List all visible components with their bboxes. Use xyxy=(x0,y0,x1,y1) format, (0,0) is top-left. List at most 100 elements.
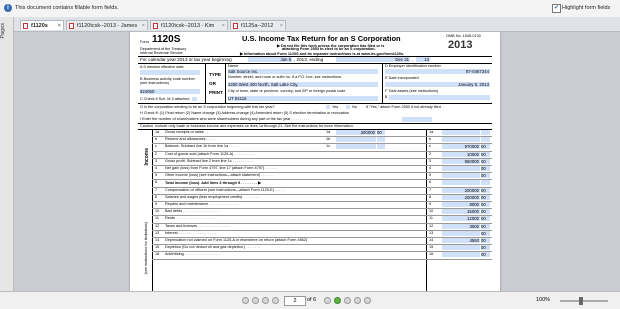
city-label: City or town, state or province, country… xyxy=(228,89,345,93)
sub-amount-field[interactable] xyxy=(336,144,376,149)
line-cents-field[interactable]: 00 xyxy=(481,173,490,178)
line-cents-field[interactable]: 00 xyxy=(481,159,490,164)
line-cents-field[interactable]: 00 xyxy=(481,238,490,243)
total-assets-field[interactable] xyxy=(389,95,490,100)
line-cents-field[interactable]: 00 xyxy=(481,224,490,229)
street-address-field[interactable]: 4200 West 400 North, Salt Lake City, xyxy=(228,82,378,87)
city-state-zip-field[interactable]: UT 84116 xyxy=(228,96,378,101)
ein-field[interactable]: 87-0467344 xyxy=(385,69,490,74)
business-code-field[interactable]: 624050 xyxy=(140,89,200,94)
line-amount-field[interactable] xyxy=(442,245,480,250)
g-no-checkbox[interactable] xyxy=(346,105,350,109)
close-icon[interactable]: × xyxy=(222,21,225,31)
line-amount-field[interactable] xyxy=(442,252,480,257)
corporation-name-field[interactable]: Salt Source Inc. xyxy=(228,69,378,74)
line-cents-field[interactable] xyxy=(481,137,490,142)
tab-f1120tcsk-james[interactable]: f1120tcsk--2013 - James × xyxy=(66,20,148,30)
s-election-date-field[interactable] xyxy=(140,70,200,75)
line-cents-field[interactable]: 00 xyxy=(481,252,490,257)
line-cents-field[interactable]: 00 xyxy=(481,202,490,207)
line-box-number: 16 xyxy=(429,252,433,256)
close-icon[interactable]: × xyxy=(142,21,145,31)
fit-page-button[interactable] xyxy=(364,297,371,304)
line-cents-field[interactable]: 00 xyxy=(481,144,490,149)
line-amount-field[interactable]: 960000 xyxy=(442,159,480,164)
sub-line-number: 1c xyxy=(326,144,330,148)
line-amount-field[interactable] xyxy=(442,137,480,142)
line-amount-field[interactable] xyxy=(442,130,480,135)
date-incorporated-field[interactable]: January 5, 2013 xyxy=(385,82,490,87)
line-cents-field[interactable]: 00 xyxy=(481,166,490,171)
question-h: H Check if: (1) Final return (2) Name ch… xyxy=(140,111,349,115)
line-amount-field[interactable] xyxy=(442,173,480,178)
tab-f1125a[interactable]: f1125a--2012 × xyxy=(230,20,286,30)
line-cents-field[interactable] xyxy=(481,180,490,185)
shareholders-count-field[interactable] xyxy=(402,117,432,122)
line-description: Depletion (Do not deduct oil and gas dep… xyxy=(165,245,260,249)
tax-year-ending-label: , 2013, ending xyxy=(294,57,323,62)
line-amount-field[interactable]: 200000 xyxy=(442,188,480,193)
prev-view-button[interactable] xyxy=(262,297,269,304)
line-amount-field[interactable]: 4560 xyxy=(442,238,480,243)
tax-year-end-field[interactable]: Dec 31 xyxy=(336,57,410,62)
line-box-number: 3 xyxy=(429,159,431,163)
line-amount-field[interactable] xyxy=(442,180,480,185)
next-page-button[interactable] xyxy=(344,297,351,304)
line-number: 4 xyxy=(155,166,157,170)
line-number: 9 xyxy=(155,202,157,206)
tax-year-begin-field[interactable]: Jan 5 xyxy=(248,57,292,62)
last-page-button[interactable] xyxy=(354,297,361,304)
highlight-fields-checkbox[interactable]: ✔ xyxy=(552,4,561,13)
sub-cents-field[interactable] xyxy=(377,144,385,149)
play-button[interactable] xyxy=(334,297,341,304)
line-cents-field[interactable]: 00 xyxy=(481,188,490,193)
line-cents-field[interactable]: 00 xyxy=(481,245,490,250)
line-amount-field[interactable] xyxy=(442,231,480,236)
back-button[interactable] xyxy=(272,297,279,304)
sch-m3-checkbox[interactable] xyxy=(192,97,197,101)
line-amount-field[interactable]: 12000 xyxy=(442,216,480,221)
line-amount-field[interactable]: 15000 xyxy=(442,209,480,214)
sub-cents-field[interactable] xyxy=(377,137,385,142)
total-assets-dollar: $ xyxy=(385,95,387,99)
sub-amount-field[interactable] xyxy=(336,137,376,142)
zoom-slider[interactable] xyxy=(560,300,608,302)
line-amount-field[interactable]: 8000 xyxy=(442,202,480,207)
line-cents-field[interactable]: 00 xyxy=(481,216,490,221)
close-icon[interactable]: × xyxy=(58,21,61,31)
line-cents-field[interactable]: 00 xyxy=(481,152,490,157)
line-number: 1a xyxy=(155,130,159,134)
forward-button[interactable] xyxy=(324,297,331,304)
line-cents-field[interactable]: 00 xyxy=(481,231,490,236)
tab-f1120s[interactable]: f1120s × xyxy=(20,20,64,30)
sub-amount-field[interactable]: 300000 xyxy=(336,130,376,135)
line-amount-field[interactable]: 10000 xyxy=(442,152,480,157)
document-viewer[interactable]: Form 1120S Department of the Treasury In… xyxy=(14,32,620,291)
pages-panel-label[interactable]: Pages xyxy=(0,23,6,39)
page-number-input[interactable]: 2 xyxy=(284,296,306,306)
zoom-slider-handle[interactable] xyxy=(579,297,583,305)
tax-year-end-year-field[interactable]: 13 xyxy=(416,57,430,62)
prev-page-button[interactable] xyxy=(252,297,259,304)
zoom-level[interactable]: 100% xyxy=(536,297,550,303)
line-amount-field[interactable]: 970000 xyxy=(442,144,480,149)
pages-sidebar[interactable]: Pages xyxy=(0,17,14,291)
line-number: c xyxy=(155,144,157,148)
line-cents-field[interactable] xyxy=(481,130,490,135)
line-number: 15 xyxy=(155,245,159,249)
line-amount-field[interactable]: 3000 xyxy=(442,224,480,229)
line-cents-field[interactable]: 00 xyxy=(481,195,490,200)
g-yes-checkbox[interactable] xyxy=(326,105,330,109)
line-number: 6 xyxy=(155,180,157,184)
line-cents-field[interactable]: 00 xyxy=(481,209,490,214)
first-page-button[interactable] xyxy=(242,297,249,304)
close-icon[interactable]: × xyxy=(280,21,283,31)
g-no-label: No xyxy=(352,105,357,109)
line-box-number: 5 xyxy=(429,173,431,177)
highlight-fields-label[interactable]: Highlight form fields xyxy=(562,5,610,11)
line-amount-field[interactable] xyxy=(442,166,480,171)
tab-f1120tcsk-kim[interactable]: f1120tcsk--2013 - Kim × xyxy=(150,20,228,30)
tab-label: f1125a--2012 xyxy=(241,23,273,29)
line-amount-field[interactable]: 200000 xyxy=(442,195,480,200)
sub-cents-field[interactable]: 00 xyxy=(377,130,385,135)
